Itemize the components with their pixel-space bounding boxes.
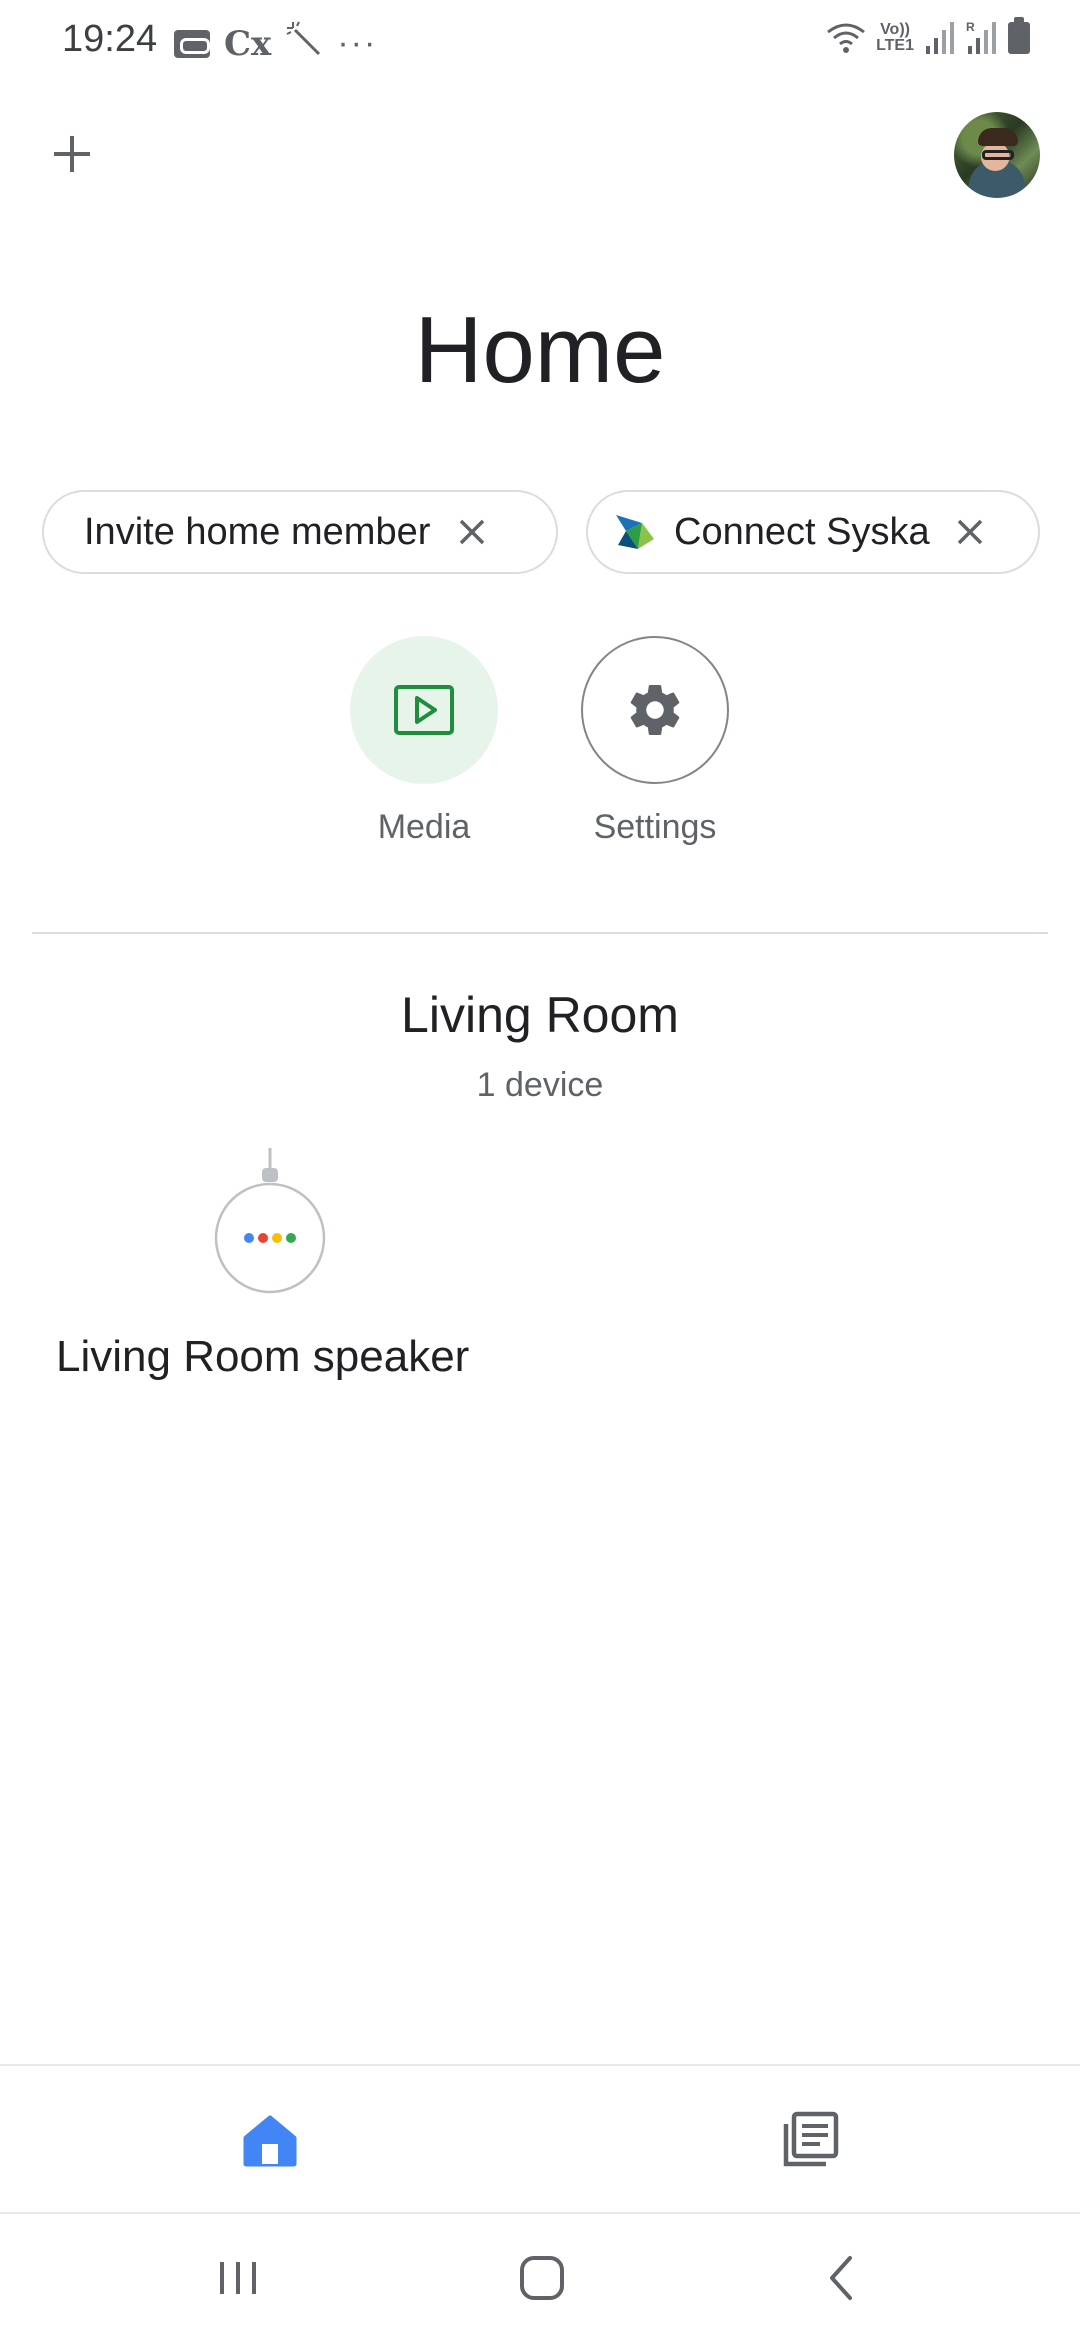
system-nav-divider [0, 2212, 1080, 2214]
status-right-icons: Vo)) LTE1 R [826, 17, 1030, 56]
svg-text:R: R [966, 20, 975, 34]
media-label: Media [377, 808, 471, 846]
chip-label: Connect Syska [674, 510, 930, 553]
page-title: Home [414, 297, 666, 402]
close-icon[interactable] [452, 512, 492, 552]
feed-icon [783, 2111, 839, 2167]
status-time: 19:24 [62, 18, 158, 60]
status-left-icons: Cx ··· [174, 20, 377, 67]
recents-button[interactable] [200, 2246, 280, 2310]
media-circle [350, 636, 498, 784]
home-icon [243, 2115, 297, 2167]
account-avatar[interactable] [954, 112, 1040, 198]
more-dots-icon: ··· [337, 24, 378, 62]
invite-home-member-chip[interactable]: Invite home member [42, 490, 558, 574]
close-icon[interactable] [950, 512, 990, 552]
status-bar: 19:24 Cx ··· Vo)) LTE1 R [0, 0, 1080, 84]
lte-volte-label: Vo)) [880, 21, 910, 38]
divider [32, 932, 1048, 934]
signal-roaming-icon: R [966, 20, 996, 54]
plus-icon [54, 136, 90, 172]
back-button[interactable] [804, 2246, 884, 2310]
device-label: Living Room speaker [56, 1332, 470, 1381]
magic-wand-icon [285, 20, 323, 67]
settings-label: Settings [593, 808, 717, 846]
avatar-glasses [982, 150, 1014, 160]
media-play-icon [394, 685, 454, 735]
room-device-count: 1 device [476, 1066, 604, 1104]
back-icon [830, 2256, 852, 2300]
system-nav-bar [0, 2216, 1080, 2340]
settings-button[interactable]: Settings [580, 636, 730, 847]
system-home-button[interactable] [502, 2246, 582, 2310]
cx-icon: Cx [224, 23, 272, 64]
voicemail-icon [174, 29, 210, 58]
speaker-icon [214, 1148, 326, 1294]
media-button[interactable]: Media [349, 636, 499, 847]
room-title[interactable]: Living Room [0, 986, 1080, 1044]
avatar-hair [978, 128, 1018, 146]
lte-network-label: LTE1 [876, 37, 914, 54]
settings-circle [581, 636, 729, 784]
bottom-nav [0, 2064, 1080, 2214]
chip-label: Invite home member [84, 510, 431, 553]
add-button[interactable] [44, 126, 100, 182]
syska-logo [616, 515, 654, 549]
signal-icon [926, 22, 954, 54]
connect-syska-chip[interactable]: Connect Syska [586, 490, 1040, 574]
recents-icon [220, 2262, 256, 2294]
battery-icon [1008, 17, 1030, 54]
lte-icon: Vo)) LTE1 [876, 22, 914, 54]
nav-feed-tab[interactable] [768, 2110, 852, 2180]
nav-home-tab[interactable] [228, 2110, 312, 2180]
wifi-icon [827, 23, 865, 53]
gear-icon [630, 684, 680, 735]
home-button-icon [520, 2256, 564, 2300]
